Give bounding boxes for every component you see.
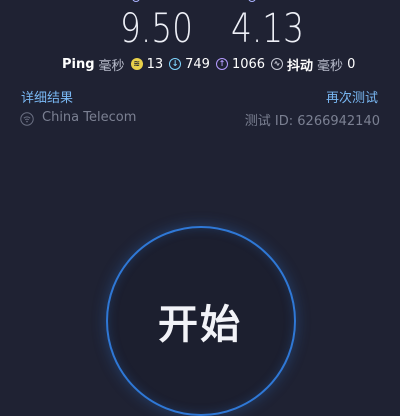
test-id: 测试 ID: 6266942140 (244, 114, 380, 129)
ping-unit: 毫秒 (98, 58, 125, 74)
detailed-results-link[interactable]: 详细结果 (21, 87, 73, 106)
ping-value: 13 (146, 56, 164, 72)
upload-ping-value: 1066 (231, 56, 266, 72)
jitter-unit: 毫秒 (317, 58, 344, 74)
ping-label: Ping (62, 56, 95, 72)
jitter-icon: ∿ (271, 58, 284, 70)
download-arrow-icon: ↓ (169, 58, 182, 70)
upload-speed-value: 4.13 (231, 6, 305, 52)
jitter-value: 0 (347, 56, 356, 72)
ping-icon: ≋ (130, 58, 143, 70)
download-ping-value: 749 (185, 56, 210, 72)
provider-name: China Telecom (42, 110, 137, 125)
jitter-label: 抖动 (287, 58, 314, 74)
latency-stats-row: Ping 毫秒 ≋ 13 ↓ 749 ↑ 1066 ∿ 抖动 毫秒 0 (62, 54, 355, 74)
start-button-label[interactable]: 开始 (0, 292, 400, 350)
wifi-icon (20, 112, 34, 126)
upload-arrow-icon: ↑ (215, 58, 228, 70)
retest-link[interactable]: 再次测试 (326, 87, 378, 106)
download-speed-value: 9.50 (120, 6, 194, 52)
